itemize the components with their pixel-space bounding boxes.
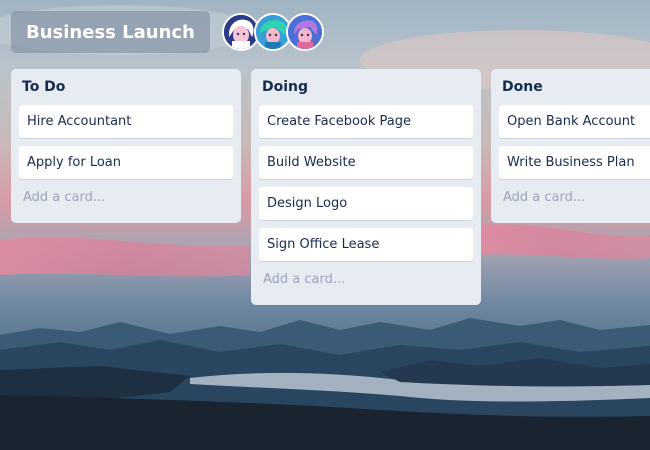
card-design-logo[interactable]: Design Logo (259, 187, 473, 220)
card-open-bank-account[interactable]: Open Bank Account (499, 105, 650, 138)
add-card-button[interactable]: Add a card... (259, 269, 473, 297)
card-build-website[interactable]: Build Website (259, 146, 473, 179)
card-hire-accountant[interactable]: Hire Accountant (19, 105, 233, 138)
list-title[interactable]: Done (499, 69, 650, 105)
card-sign-office-lease[interactable]: Sign Office Lease (259, 228, 473, 261)
card-create-facebook-page[interactable]: Create Facebook Page (259, 105, 473, 138)
member-avatar-purple-hair[interactable] (285, 13, 324, 51)
member-avatar-white-hair-icon (223, 15, 258, 49)
list-done: Done Open Bank Account Write Business Pl… (491, 69, 650, 223)
board-header: Business Launch (11, 11, 324, 53)
member-avatar-teal-hair-icon (255, 15, 290, 49)
add-card-button[interactable]: Add a card... (19, 187, 233, 215)
list-title[interactable]: Doing (259, 69, 473, 105)
list-doing: Doing Create Facebook Page Build Website… (251, 69, 481, 305)
board-title[interactable]: Business Launch (11, 11, 210, 53)
card-apply-for-loan[interactable]: Apply for Loan (19, 146, 233, 179)
member-avatar-purple-hair-icon (287, 15, 322, 49)
board-members (221, 13, 324, 51)
list-to-do: To Do Hire Accountant Apply for Loan Add… (11, 69, 241, 223)
add-card-button[interactable]: Add a card... (499, 187, 650, 215)
list-title[interactable]: To Do (19, 69, 233, 105)
card-write-business-plan[interactable]: Write Business Plan (499, 146, 650, 179)
